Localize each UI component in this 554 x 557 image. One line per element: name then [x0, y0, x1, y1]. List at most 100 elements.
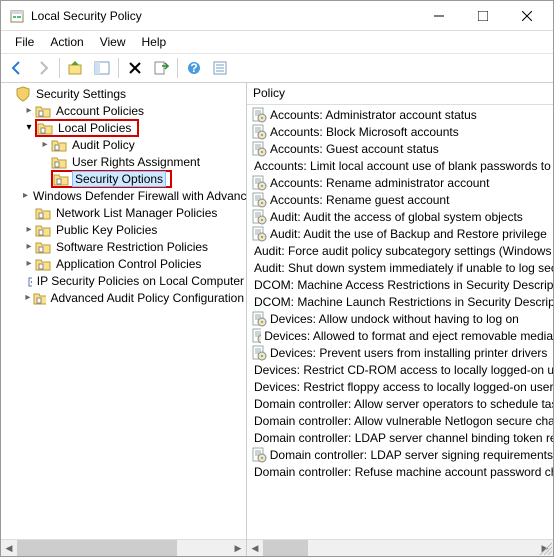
content-area: Security Settings▸Account Policies▾Local… [1, 83, 553, 556]
list-item[interactable]: Domain controller: Refuse machine accoun… [247, 463, 553, 480]
tree-item[interactable]: ▸Application Control Policies [3, 255, 246, 272]
list-item[interactable]: Accounts: Guest account status [247, 140, 553, 157]
folder-icon [37, 120, 53, 136]
tree-label: Audit Policy [70, 138, 137, 152]
list-item[interactable]: Audit: Force audit policy subcategory se… [247, 242, 553, 259]
tree-view[interactable]: Security Settings▸Account Policies▾Local… [1, 83, 246, 539]
list-item[interactable]: Devices: Allowed to format and eject rem… [247, 327, 553, 344]
tree-label: Security Options [72, 171, 166, 187]
resize-grip[interactable] [538, 541, 552, 555]
scroll-left-button[interactable]: ◀ [247, 540, 263, 556]
tree-item[interactable]: ▸Public Key Policies [3, 221, 246, 238]
policy-icon [251, 209, 267, 225]
shield-icon [15, 86, 31, 102]
tree-label: Application Control Policies [54, 257, 203, 271]
policy-label: Devices: Restrict CD-ROM access to local… [254, 363, 553, 377]
list-item[interactable]: Audit: Audit the use of Backup and Resto… [247, 225, 553, 242]
policy-label: Audit: Shut down system immediately if u… [254, 261, 553, 275]
tree-item[interactable]: Security Options [3, 170, 246, 187]
list-item[interactable]: Devices: Restrict CD-ROM access to local… [247, 361, 553, 378]
policy-label: Domain controller: LDAP server signing r… [270, 448, 553, 462]
list-item[interactable]: Devices: Restrict floppy access to local… [247, 378, 553, 395]
list-item[interactable]: Accounts: Rename guest account [247, 191, 553, 208]
ip-security-icon [27, 273, 32, 289]
tree-item[interactable]: Network List Manager Policies [3, 204, 246, 221]
menu-help[interactable]: Help [134, 33, 175, 51]
back-button[interactable] [5, 56, 29, 80]
policy-label: Accounts: Limit local account use of bla… [254, 159, 553, 173]
export-button[interactable] [149, 56, 173, 80]
menu-action[interactable]: Action [42, 33, 91, 51]
list-item[interactable]: Accounts: Rename administrator account [247, 174, 553, 191]
minimize-button[interactable] [417, 2, 461, 30]
list-item[interactable]: Audit: Audit the access of global system… [247, 208, 553, 225]
tree-item[interactable]: ▸Windows Defender Firewall with Advanced… [3, 187, 246, 204]
policy-icon [251, 124, 267, 140]
list-item[interactable]: Devices: Prevent users from installing p… [247, 344, 553, 361]
tree-item[interactable]: ▸Software Restriction Policies [3, 238, 246, 255]
column-header-policy[interactable]: Policy [247, 83, 553, 105]
list-item[interactable]: Accounts: Block Microsoft accounts [247, 123, 553, 140]
policy-label: Accounts: Rename administrator account [270, 176, 489, 190]
menu-bar: File Action View Help [1, 31, 553, 53]
close-button[interactable] [505, 2, 549, 30]
window-title: Local Security Policy [31, 9, 417, 23]
maximize-button[interactable] [461, 2, 505, 30]
policy-icon [251, 311, 267, 327]
help-button[interactable]: ? [182, 56, 206, 80]
up-button[interactable] [64, 56, 88, 80]
list-item[interactable]: Audit: Shut down system immediately if u… [247, 259, 553, 276]
policy-icon [251, 141, 267, 157]
tree-item[interactable]: User Rights Assignment [3, 153, 246, 170]
forward-button[interactable] [31, 56, 55, 80]
list-horizontal-scrollbar[interactable]: ◀ ▶ [247, 539, 553, 556]
show-hide-tree-button[interactable] [90, 56, 114, 80]
tree-item[interactable]: IP Security Policies on Local Computer [3, 272, 246, 289]
policy-label: Accounts: Administrator account status [270, 108, 477, 122]
toolbar: ? [1, 53, 553, 83]
tree-label: Software Restriction Policies [54, 240, 210, 254]
folder-icon [33, 290, 46, 306]
tree-horizontal-scrollbar[interactable]: ◀ ▶ [1, 539, 246, 556]
list-pane: Policy Accounts: Administrator account s… [247, 83, 553, 556]
list-item[interactable]: Domain controller: LDAP server signing r… [247, 446, 553, 463]
policy-label: Accounts: Guest account status [270, 142, 439, 156]
menu-view[interactable]: View [92, 33, 134, 51]
list-item[interactable]: Devices: Allow undock without having to … [247, 310, 553, 327]
tree-label: User Rights Assignment [70, 155, 202, 169]
list-item[interactable]: Domain controller: LDAP server channel b… [247, 429, 553, 446]
policy-list[interactable]: Accounts: Administrator account statusAc… [247, 105, 553, 539]
policy-label: Domain controller: LDAP server channel b… [254, 431, 553, 445]
menu-file[interactable]: File [7, 33, 42, 51]
title-bar: Local Security Policy [1, 1, 553, 31]
properties-button[interactable] [208, 56, 232, 80]
tree-item[interactable]: ▾Local Policies [3, 119, 246, 136]
list-item[interactable]: Accounts: Limit local account use of bla… [247, 157, 553, 174]
scroll-left-button[interactable]: ◀ [1, 540, 17, 556]
policy-icon [251, 345, 267, 361]
toolbar-separator [59, 58, 60, 78]
policy-icon [251, 175, 267, 191]
list-item[interactable]: Accounts: Administrator account status [247, 106, 553, 123]
list-item[interactable]: Domain controller: Allow server operator… [247, 395, 553, 412]
tree-pane: Security Settings▸Account Policies▾Local… [1, 83, 247, 556]
list-item[interactable]: DCOM: Machine Access Restrictions in Sec… [247, 276, 553, 293]
policy-label: Audit: Audit the use of Backup and Resto… [270, 227, 547, 241]
svg-text:?: ? [190, 61, 197, 75]
policy-label: Devices: Prevent users from installing p… [270, 346, 547, 360]
tree-label: Network List Manager Policies [54, 206, 219, 220]
folder-icon [51, 137, 67, 153]
delete-button[interactable] [123, 56, 147, 80]
list-item[interactable]: DCOM: Machine Launch Restrictions in Sec… [247, 293, 553, 310]
tree-item[interactable]: ▸Audit Policy [3, 136, 246, 153]
policy-icon [251, 226, 267, 242]
scroll-right-button[interactable]: ▶ [230, 540, 246, 556]
tree-item[interactable]: ▸Account Policies [3, 102, 246, 119]
tree-label: Public Key Policies [54, 223, 159, 237]
app-icon [9, 8, 25, 24]
policy-icon [251, 107, 267, 123]
tree-item[interactable]: ▸Advanced Audit Policy Configuration [3, 289, 246, 306]
tree-root[interactable]: Security Settings [3, 85, 246, 102]
list-item[interactable]: Domain controller: Allow vulnerable Netl… [247, 412, 553, 429]
policy-label: Audit: Force audit policy subcategory se… [254, 244, 553, 258]
